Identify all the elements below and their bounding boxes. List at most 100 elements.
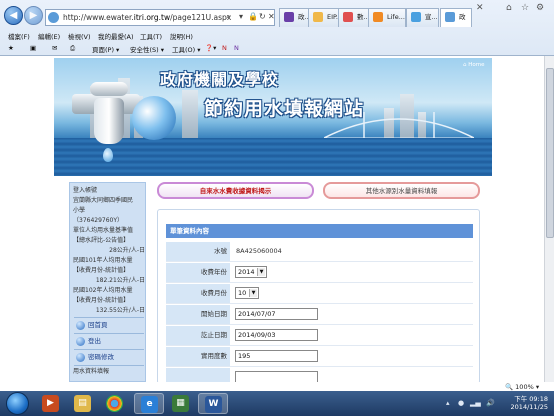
usage-101-sublabel: 【收費月份-統計值】 <box>73 267 130 274</box>
home-link[interactable]: 回首頁 <box>74 320 144 331</box>
water-number-label: 水號 <box>166 242 230 261</box>
left-sidebar: 登入帳號 宜蘭縣大同鄉四季國民 小學 （376429760Y） 單位人均用水量基… <box>69 182 146 382</box>
close-icon[interactable]: ✕ <box>268 12 275 21</box>
form-row-water-number: 水號 8A425060004 <box>166 242 473 262</box>
menu-favorites[interactable]: 我的最愛(A) <box>98 31 134 41</box>
tray-arrow-icon[interactable]: ▴ <box>446 399 450 407</box>
home-icon[interactable]: ⌂ <box>506 3 512 13</box>
help-menu[interactable]: ❓▾ <box>205 44 216 52</box>
home-icon: ⌂ <box>463 62 467 68</box>
taskbar-app[interactable]: ▶ <box>36 393 66 414</box>
tray-app-icon[interactable]: ● <box>458 399 464 407</box>
system-clock[interactable]: 下午 09:18 2014/11/25 <box>498 395 548 411</box>
divider <box>74 365 144 366</box>
divider <box>74 317 144 318</box>
ie-page-icon <box>313 12 323 22</box>
folder-icon: ▤ <box>74 395 91 412</box>
bullet-icon <box>76 321 85 330</box>
address-bar[interactable]: http://www.ewater.itri.org.tw/page121U.a… <box>45 9 275 26</box>
mail-icon[interactable]: ✉ <box>52 44 57 52</box>
menu-help[interactable]: 說明(H) <box>170 31 193 41</box>
browser-tab[interactable]: 宣... <box>406 8 439 27</box>
faucet-handle <box>90 82 128 96</box>
usage-102-value: 132.55公升/人-日 <box>95 307 145 314</box>
favorites-icon[interactable]: ☆ <box>521 3 529 13</box>
zoom-level[interactable]: 🔍 100% ▾ <box>505 383 539 391</box>
change-password-link[interactable]: 密碼修改 <box>74 352 144 363</box>
rss-icon[interactable]: ▣ <box>30 44 36 52</box>
search-icon[interactable]: ⌕ <box>226 12 230 22</box>
clock-date: 2014/11/25 <box>510 403 548 411</box>
menu-tools[interactable]: 工具(T) <box>140 31 162 41</box>
next-field-input[interactable] <box>235 371 318 382</box>
url-text[interactable]: http://www.ewater.itri.org.tw/page121U.a… <box>63 13 231 22</box>
zoom-icon: 🔍 <box>505 383 514 391</box>
end-date-label: 訖止日期 <box>166 326 230 345</box>
form-row-billing-year: 收費年份 2014 ▼ <box>166 263 473 283</box>
dropdown-icon[interactable]: ▾ <box>239 12 243 21</box>
taskbar-app[interactable]: W <box>198 393 228 414</box>
refresh-icon[interactable]: ↻ <box>259 12 266 21</box>
school-name: 宜蘭縣大同鄉四季國民 <box>73 197 134 204</box>
login-account-label: 登入帳號 <box>73 187 98 194</box>
media-player-icon: ▶ <box>42 395 59 412</box>
onenote-icon[interactable]: N <box>234 44 239 52</box>
billing-month-select[interactable]: 10 ▼ <box>235 287 259 299</box>
browser-tab[interactable]: Life... <box>368 8 406 27</box>
usage-input[interactable]: 195 <box>235 350 318 362</box>
menu-file[interactable]: 檔案(F) <box>8 31 30 41</box>
billing-year-select[interactable]: 2014 ▼ <box>235 266 267 278</box>
usage-101-label: 民國101年人均用水量 <box>73 257 133 264</box>
billing-year-label: 收費年份 <box>166 263 230 282</box>
windows-taskbar: ▶ ▤ e ▦ W ▴ ● ▂▄ 🔊 下午 09:18 2014/11/25 <box>0 391 554 416</box>
browser-tab-active[interactable]: 政 <box>440 8 472 27</box>
site-banner: 政府機關及學校 節約用水填報網站 ⌂ Home <box>54 58 492 176</box>
tab-tap-water-receipt[interactable]: 自來水水費收據資料揭示 <box>157 182 314 199</box>
taskbar-app[interactable]: ▤ <box>68 393 98 414</box>
print-icon[interactable]: ⎙ <box>70 44 75 53</box>
water-drop-icon <box>103 148 113 162</box>
page-menu[interactable]: 頁面(P) ▾ <box>92 44 119 54</box>
lock-icon[interactable]: 🔒 <box>248 12 258 21</box>
baseline-sublabel: 【總水評比-公告值】 <box>73 237 130 244</box>
water-surface <box>54 138 492 176</box>
ie-page-icon <box>411 12 421 22</box>
tab-other-water-sources[interactable]: 其他水源別水量資料填報 <box>323 182 480 199</box>
start-date-input[interactable]: 2014/07/07 <box>235 308 318 320</box>
onenote-icon[interactable]: N <box>222 44 227 52</box>
globe-icon <box>48 12 59 23</box>
next-field-label <box>166 368 230 382</box>
network-icon[interactable]: ▂▄ <box>470 399 481 407</box>
menu-edit[interactable]: 編輯(E) <box>38 31 60 41</box>
start-button[interactable] <box>6 392 29 415</box>
menu-view[interactable]: 檢視(V) <box>68 31 91 41</box>
tools-menu[interactable]: 工具(O) ▾ <box>172 44 201 54</box>
panel-header: 單筆資料內容 <box>166 224 473 238</box>
vertical-scrollbar[interactable] <box>544 56 554 382</box>
settings-gear-icon[interactable]: ⚙ <box>536 3 544 13</box>
command-toolbar: ★ ▣ ✉ ⎙ 頁面(P) ▾ 安全性(S) ▾ 工具(O) ▾ ❓▾ N N <box>0 43 554 56</box>
taskbar-app[interactable] <box>100 393 130 414</box>
skyline-building <box>182 90 198 138</box>
faucet-icon <box>94 98 124 144</box>
volume-icon[interactable]: 🔊 <box>486 399 495 407</box>
internet-explorer-icon: e <box>141 396 158 413</box>
favorites-star-icon[interactable]: ★ <box>8 44 14 52</box>
record-detail-panel: 單筆資料內容 水號 8A425060004 收費年份 2014 ▼ 收費月份 10… <box>157 209 480 382</box>
new-tab-button[interactable]: ✕ <box>476 3 484 13</box>
yahoo-icon <box>284 12 294 22</box>
divider <box>74 333 144 334</box>
taskbar-app[interactable]: ▦ <box>166 393 196 414</box>
globe-graphic <box>132 96 176 140</box>
form-row-start-date: 開始日期 2014/07/07 <box>166 305 473 325</box>
usage-data-section[interactable]: 用水資料填報 <box>73 367 145 377</box>
home-link[interactable]: ⌂ Home <box>463 62 485 68</box>
scrollbar-thumb[interactable] <box>546 68 554 238</box>
taskbar-app-active[interactable]: e <box>134 393 164 414</box>
end-date-input[interactable]: 2014/09/03 <box>235 329 318 341</box>
back-button[interactable]: ◀ <box>4 6 23 25</box>
menu-bar: 檔案(F) 編輯(E) 檢視(V) 我的最愛(A) 工具(T) 說明(H) <box>0 30 554 42</box>
logout-link[interactable]: 登出 <box>74 336 144 347</box>
safety-menu[interactable]: 安全性(S) ▾ <box>130 44 164 54</box>
forward-button[interactable]: ▶ <box>24 6 43 25</box>
